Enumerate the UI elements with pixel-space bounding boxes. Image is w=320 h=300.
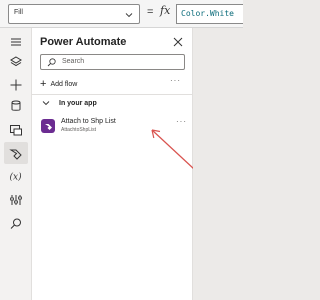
canvas-area bbox=[193, 28, 243, 300]
svg-text:(x): (x) bbox=[10, 172, 23, 183]
close-icon[interactable] bbox=[172, 36, 184, 48]
divider bbox=[32, 94, 193, 95]
formula-input[interactable]: Color.White bbox=[176, 4, 243, 24]
section-label: In your app bbox=[59, 99, 97, 107]
flow-more-options-button[interactable]: ··· bbox=[176, 117, 187, 126]
left-rail: (x) bbox=[0, 28, 32, 300]
layers-icon[interactable] bbox=[8, 54, 24, 70]
advanced-tools-icon[interactable] bbox=[8, 192, 24, 208]
add-flow-label: Add flow bbox=[50, 80, 78, 88]
power-automate-pane: Power Automate Search + Add flow ··· In … bbox=[32, 28, 209, 300]
equals-sign: = bbox=[147, 6, 154, 18]
chevron-down-icon bbox=[125, 13, 133, 18]
property-dropdown[interactable]: Fill bbox=[8, 4, 140, 24]
search-icon[interactable] bbox=[8, 216, 24, 232]
formula-text: Color.White bbox=[181, 9, 234, 18]
flow-list-item[interactable]: Attach to Shp List AttachtoShpList ··· bbox=[38, 117, 188, 137]
search-input[interactable]: Search bbox=[40, 54, 185, 70]
power-automate-icon[interactable] bbox=[4, 142, 28, 164]
pane-title: Power Automate bbox=[40, 36, 127, 48]
search-placeholder: Search bbox=[62, 58, 85, 65]
more-options-button[interactable]: ··· bbox=[170, 76, 181, 85]
insert-icon[interactable] bbox=[8, 77, 24, 93]
chevron-down-icon bbox=[42, 101, 50, 106]
fx-icon[interactable]: fx bbox=[160, 4, 170, 17]
section-header-in-your-app[interactable]: In your app bbox=[42, 99, 97, 107]
flow-subtitle: AttachtoShpList bbox=[61, 127, 97, 133]
media-icon[interactable] bbox=[8, 122, 24, 138]
add-flow-button[interactable]: + Add flow bbox=[40, 78, 77, 90]
data-icon[interactable] bbox=[8, 98, 24, 114]
flow-icon bbox=[41, 119, 55, 133]
variables-icon[interactable]: (x) bbox=[8, 168, 24, 184]
property-value: Fill bbox=[14, 9, 23, 16]
flow-name: Attach to Shp List bbox=[61, 118, 116, 125]
formula-bar: Fill = fx Color.White bbox=[0, 0, 243, 28]
plus-icon: + bbox=[40, 78, 47, 90]
tree-view-icon[interactable] bbox=[8, 34, 24, 50]
search-icon bbox=[47, 58, 56, 67]
